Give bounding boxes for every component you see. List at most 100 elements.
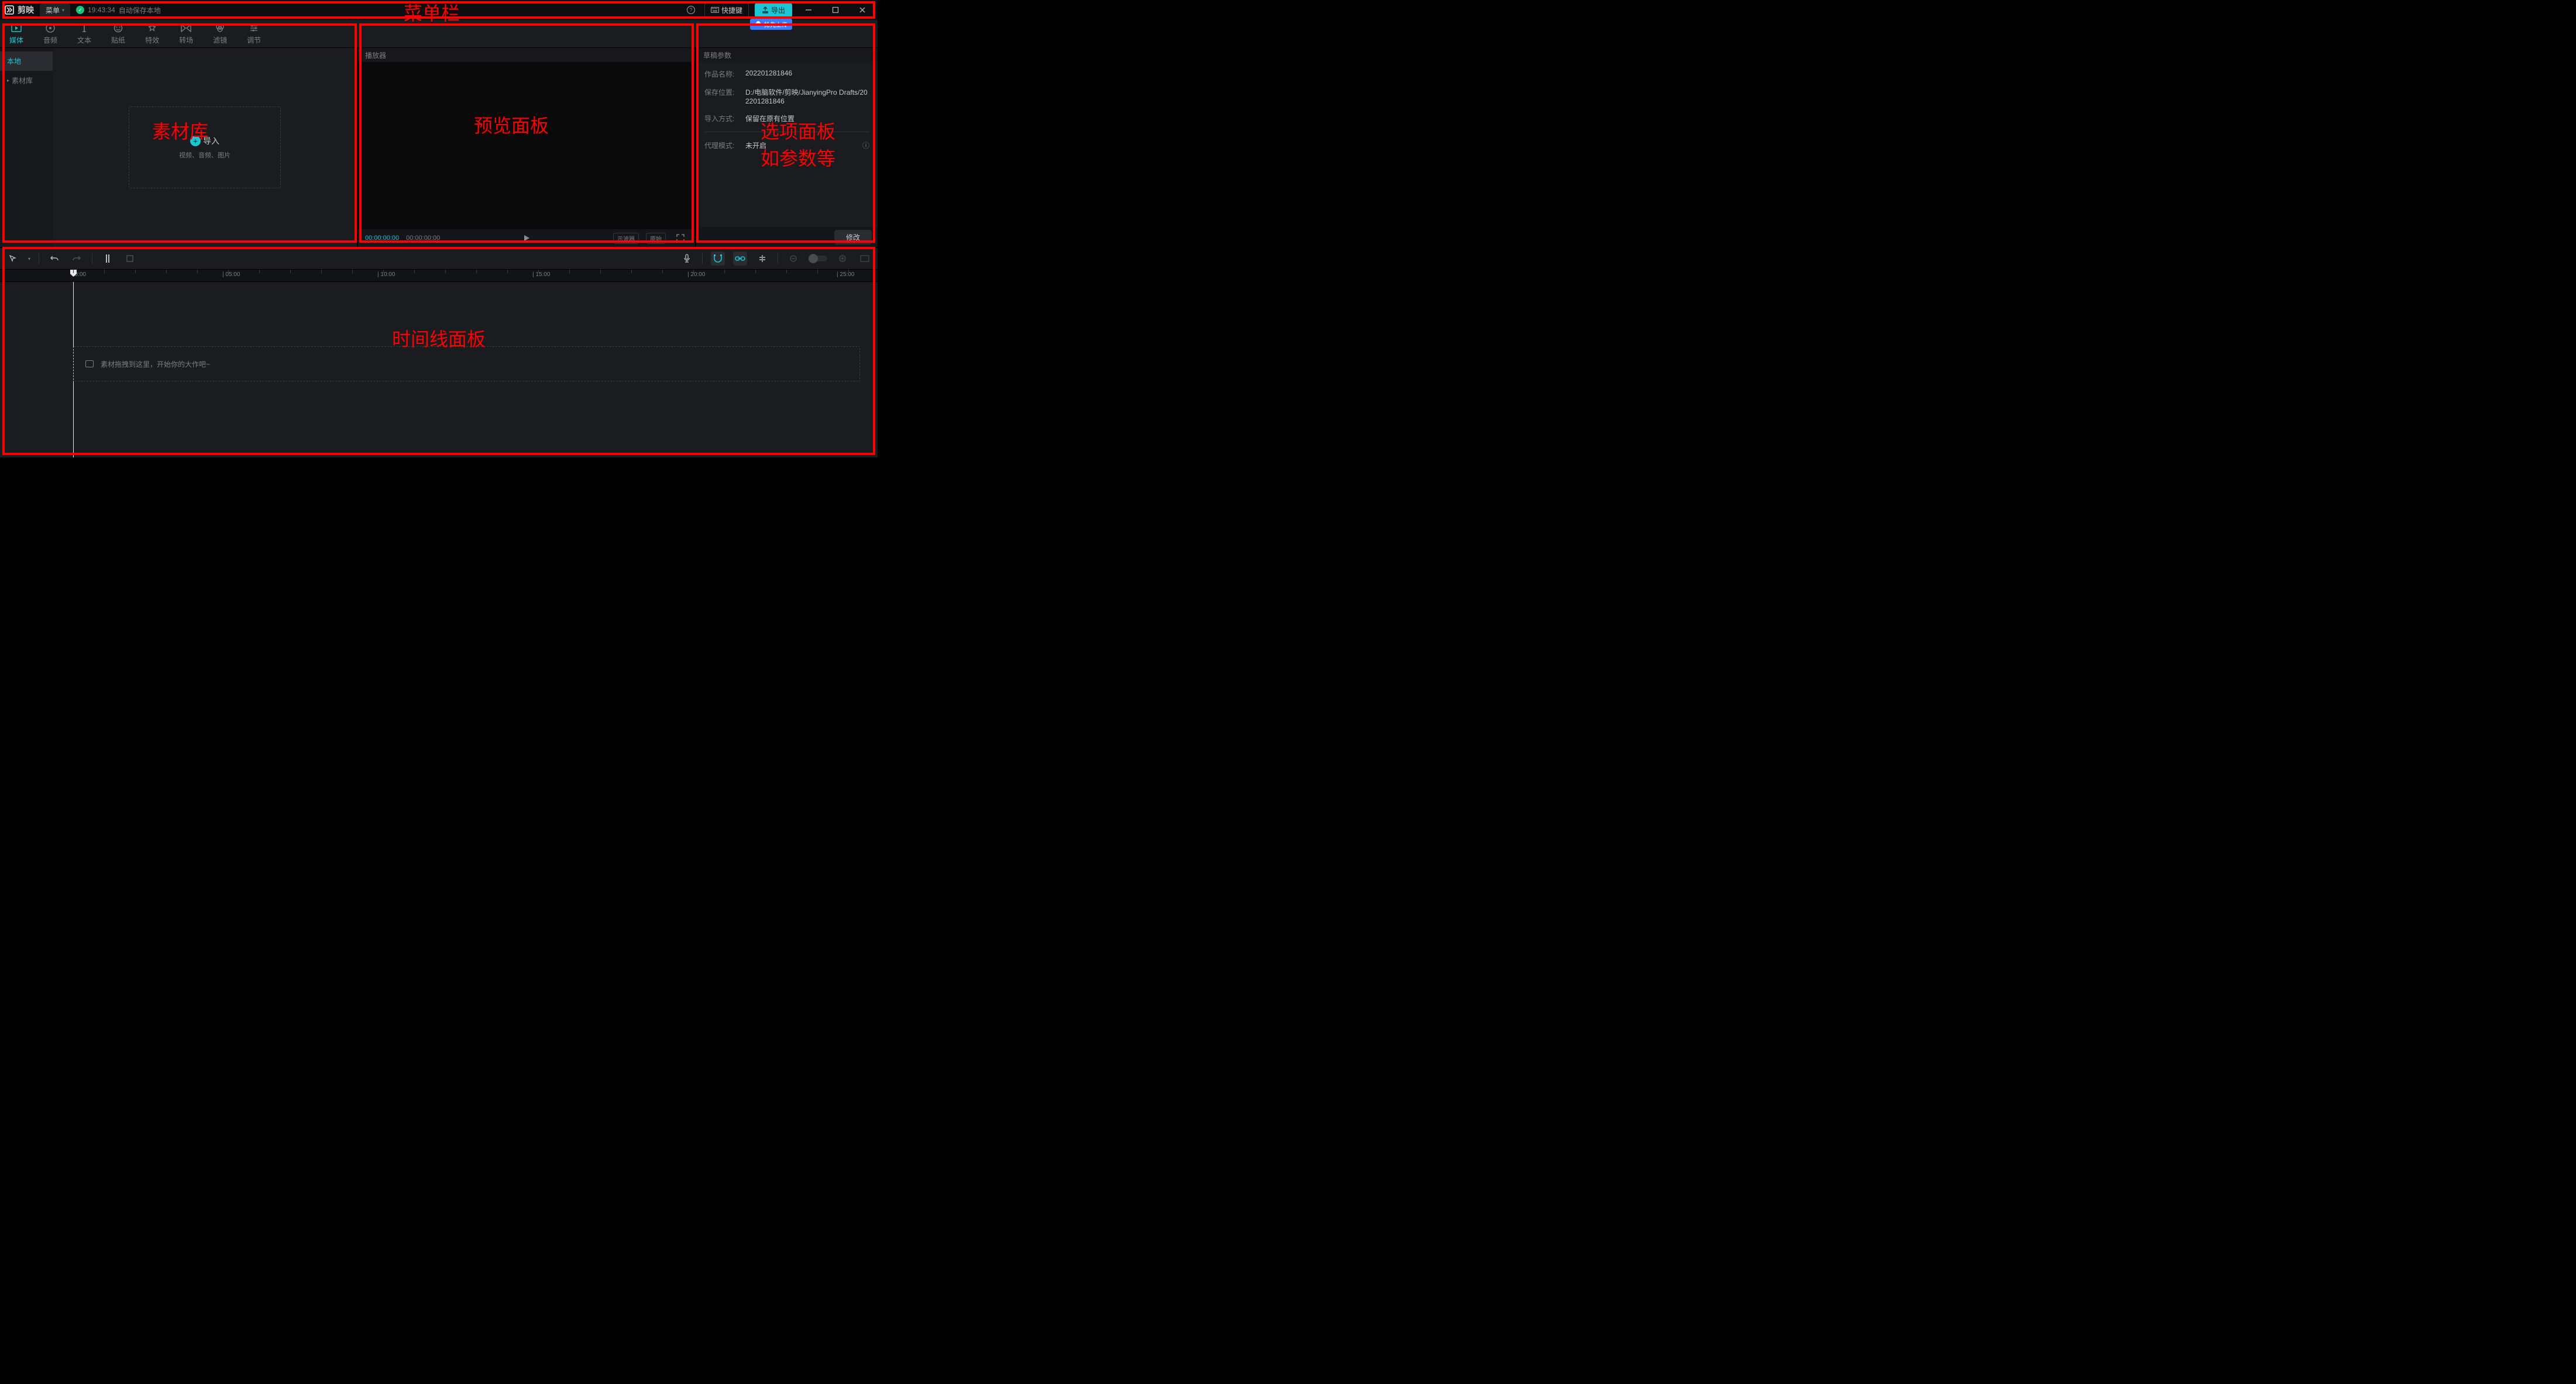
zoom-slider[interactable] — [809, 256, 827, 261]
props-body: 作品名称: 202201281846 保存位置: D:/电脑软件/剪映/Jian… — [696, 62, 878, 227]
mid-row: 本地 ▸ 素材库 + 导入 视频、音频、图片 播放器 — [0, 48, 878, 247]
prop-value: D:/电脑软件/剪映/JianyingPro Drafts/2022012818… — [745, 87, 869, 105]
prop-row-name: 作品名称: 202201281846 — [704, 69, 869, 79]
tab-label: 转场 — [179, 35, 193, 45]
prop-key: 作品名称: — [704, 69, 737, 79]
transition-icon — [180, 22, 192, 34]
link-icon[interactable] — [733, 252, 747, 266]
import-box[interactable]: + 导入 视频、音频、图片 — [129, 106, 281, 188]
timeline-toolbar: ▾ — [0, 248, 878, 269]
sticker-icon — [112, 22, 124, 34]
chevron-down-icon[interactable]: ▾ — [28, 256, 30, 261]
media-panel: 本地 ▸ 素材库 + 导入 视频、音频、图片 — [0, 48, 357, 247]
export-label: 导出 — [771, 5, 785, 15]
hotkey-label: 快捷键 — [721, 5, 742, 15]
tab-fx[interactable]: 特效 — [143, 21, 161, 46]
player-time-current: 00:00:00:00 — [365, 235, 399, 242]
window-close[interactable] — [852, 2, 873, 18]
align-icon[interactable] — [755, 252, 769, 266]
ruler-label: | 10:00 — [377, 271, 395, 278]
tab-text[interactable]: 文本 — [75, 21, 94, 46]
mic-icon[interactable] — [680, 252, 694, 266]
top-tab-bar: 媒体 音频 文本 贴纸 特效 转场 滤镜 调节 — [0, 20, 878, 48]
app-logo: 剪映 — [5, 4, 34, 16]
prop-key: 导入方式: — [704, 113, 737, 123]
cloud-label: 抢先上传 — [764, 20, 787, 29]
ratio-chip[interactable]: 原始 — [646, 233, 666, 244]
filter-icon — [214, 22, 226, 34]
hotkey-button[interactable]: 快捷键 — [704, 3, 749, 18]
props-footer: 修改 — [696, 227, 878, 247]
timeline-panel: ▾ 00:00 | 05:00 | 10:00 | 15:00 | 20:00 … — [0, 247, 878, 457]
prop-row-proxy: 代理模式: 未开启 ⓘ — [704, 140, 869, 150]
tab-label: 特效 — [145, 35, 159, 45]
timeline-tracks[interactable]: 素材拖拽到这里，开始你的大作吧~ — [0, 282, 878, 457]
app-name: 剪映 — [18, 4, 34, 16]
autosave-text: 自动保存本地 — [119, 5, 161, 15]
cursor-tool[interactable] — [6, 252, 20, 266]
magnet-main-icon[interactable] — [711, 252, 725, 266]
player-footer: 00:00:00:00 00:00:00:00 示波器 原始 — [358, 229, 695, 247]
undo-button[interactable] — [47, 252, 61, 266]
tab-adjust[interactable]: 调节 — [245, 21, 263, 46]
sidebar-item-local[interactable]: 本地 — [0, 51, 53, 71]
timeline-ruler[interactable]: 00:00 | 05:00 | 10:00 | 15:00 | 20:00 | … — [0, 269, 878, 282]
info-icon[interactable]: ⓘ — [862, 140, 869, 150]
import-label: 导入 — [203, 135, 219, 147]
import-sublabel: 视频、音频、图片 — [179, 150, 231, 160]
plus-icon: + — [190, 136, 201, 146]
audio-icon — [44, 22, 56, 34]
track-drop-hint[interactable]: 素材拖拽到这里，开始你的大作吧~ — [73, 346, 860, 381]
scope-chip[interactable]: 示波器 — [613, 233, 639, 244]
redo-button[interactable] — [70, 252, 84, 266]
clip-icon — [85, 360, 94, 367]
sidebar-item-label: 素材库 — [12, 75, 33, 85]
help-icon[interactable]: ? — [683, 2, 699, 18]
svg-text:?: ? — [689, 7, 692, 13]
tab-transition[interactable]: 转场 — [177, 21, 195, 46]
export-icon — [762, 6, 769, 13]
prop-value: 未开启 — [745, 140, 854, 150]
tab-sticker[interactable]: 贴纸 — [109, 21, 128, 46]
sidebar-item-library[interactable]: ▸ 素材库 — [0, 71, 53, 90]
zoom-in-icon[interactable] — [835, 252, 850, 266]
fullscreen-icon[interactable] — [673, 230, 688, 246]
cloud-upload-chip[interactable]: 抢先上传 — [750, 19, 792, 30]
chevron-right-icon: ▸ — [7, 78, 9, 83]
ruler-label: | 15:00 — [532, 271, 550, 278]
player-panel: 播放器 00:00:00:00 00:00:00:00 示波器 原始 — [357, 48, 696, 247]
menu-button[interactable]: 菜单 ▾ — [40, 4, 70, 17]
zoom-out-icon[interactable] — [786, 252, 800, 266]
prop-row-import: 导入方式: 保留在原有位置 — [704, 113, 869, 123]
tab-audio[interactable]: 音频 — [41, 21, 60, 46]
check-icon: ✓ — [76, 6, 84, 14]
sidebar-item-label: 本地 — [7, 56, 21, 66]
menu-label: 菜单 — [46, 5, 60, 15]
tab-label: 贴纸 — [111, 35, 125, 45]
cloud-icon — [755, 21, 762, 27]
tab-label: 滤镜 — [213, 35, 227, 45]
titlebar: 剪映 菜单 ▾ ✓ 19:43:34 自动保存本地 ? 快捷键 导出 抢先上传 — [0, 0, 878, 20]
ruler-label: | 20:00 — [687, 271, 705, 278]
chevron-down-icon: ▾ — [62, 8, 64, 13]
media-drop-area[interactable]: + 导入 视频、音频、图片 — [53, 48, 357, 247]
tab-media[interactable]: 媒体 — [7, 21, 26, 46]
window-minimize[interactable] — [798, 2, 819, 18]
modify-button[interactable]: 修改 — [834, 230, 872, 245]
prop-value: 保留在原有位置 — [745, 113, 869, 123]
autosave-time: 19:43:34 — [88, 6, 115, 14]
split-tool[interactable] — [101, 252, 115, 266]
window-maximize[interactable] — [825, 2, 846, 18]
properties-panel: 草稿参数 作品名称: 202201281846 保存位置: D:/电脑软件/剪映… — [696, 48, 878, 247]
delete-tool[interactable] — [123, 252, 137, 266]
tab-filter[interactable]: 滤镜 — [211, 21, 229, 46]
zoom-fit-icon[interactable] — [858, 252, 872, 266]
tab-label: 调节 — [247, 35, 261, 45]
media-sidebar: 本地 ▸ 素材库 — [0, 48, 53, 247]
adjust-icon — [248, 22, 260, 34]
play-button[interactable] — [521, 232, 532, 244]
prop-key: 保存位置: — [704, 87, 737, 105]
player-viewport[interactable] — [358, 62, 695, 229]
prop-value: 202201281846 — [745, 69, 869, 79]
export-button[interactable]: 导出 抢先上传 — [755, 3, 792, 18]
